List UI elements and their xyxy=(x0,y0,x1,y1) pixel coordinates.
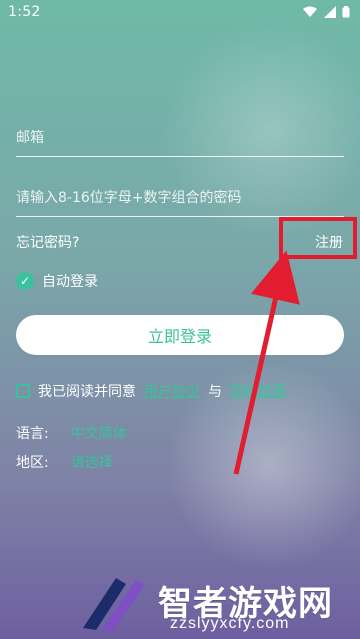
check-circle-icon: ✓ xyxy=(16,272,34,290)
agreement-prefix: 我已阅读并同意 xyxy=(38,384,136,400)
auto-login-label: 自动登录 xyxy=(42,274,98,290)
email-placeholder: 邮箱 xyxy=(16,130,44,146)
email-field[interactable]: 邮箱 xyxy=(16,128,344,157)
agreement-and: 与 xyxy=(208,384,222,400)
region-label: 地区: xyxy=(16,455,49,471)
watermark-logo-icon xyxy=(83,578,144,632)
signal-icon xyxy=(324,6,336,18)
user-agreement-link[interactable]: 用户协议 xyxy=(144,381,200,401)
auto-login-checkbox[interactable]: ✓ 自动登录 xyxy=(16,271,98,291)
password-field[interactable]: 请输入8-16位字母+数字组合的密码 xyxy=(16,188,344,217)
language-label: 语言: xyxy=(16,426,49,442)
battery-icon xyxy=(342,6,350,18)
region-row: 地区: 请选择 xyxy=(16,452,113,472)
watermark-domain: zzslyyxcfy.com xyxy=(170,615,290,632)
language-row: 语言: 中文简体 xyxy=(16,423,127,443)
wifi-icon xyxy=(302,6,318,18)
watermark: 智者游戏网 zzslyyxcfy.com xyxy=(78,570,360,635)
square-outline-icon[interactable] xyxy=(16,384,30,398)
forgot-password-link[interactable]: 忘记密码? xyxy=(16,232,79,252)
language-select[interactable]: 中文简体 xyxy=(71,423,127,443)
region-select[interactable]: 请选择 xyxy=(71,452,113,472)
status-time: 1:52 xyxy=(8,4,41,20)
annotation-highlight-box xyxy=(279,217,357,259)
email-underline xyxy=(16,156,344,157)
password-placeholder: 请输入8-16位字母+数字组合的密码 xyxy=(16,190,242,206)
status-icons xyxy=(302,6,350,18)
agreement-row: 我已阅读并同意 用户协议与隐私政策 xyxy=(16,381,286,401)
login-button[interactable]: 立即登录 xyxy=(16,315,344,355)
status-bar: 1:52 xyxy=(0,0,360,24)
privacy-policy-link[interactable]: 隐私政策 xyxy=(230,381,286,401)
